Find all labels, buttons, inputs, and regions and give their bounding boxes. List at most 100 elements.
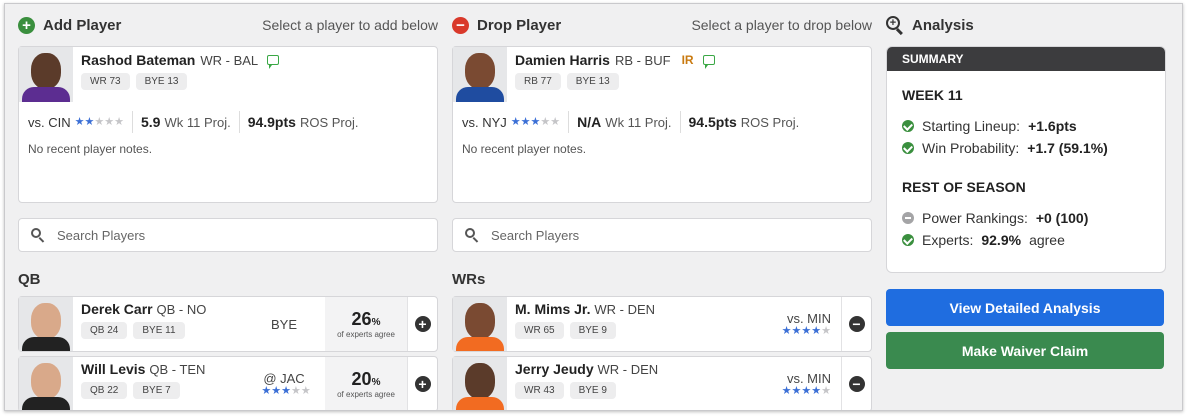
player-note-icon[interactable] [267,55,280,69]
matchup-label: vs. MIN [786,371,831,386]
star-icon: ★ [84,115,95,128]
add-player-row[interactable]: Will Levis QB - TEN QB 22 BYE 7 @ JAC ★ ★… [18,356,438,410]
star-icon: ★ [271,385,282,397]
bye-week-chip: BYE 9 [569,382,616,399]
player-headshot [453,357,507,410]
week-projection-value: 5.9 [141,114,161,130]
drop-player-button[interactable]: − [848,376,865,392]
search-icon [465,228,479,243]
matchup: vs. MIN ★ ★ ★ ★ ★ [747,357,841,410]
star-icon: ★ [801,325,812,337]
star-icon: ★ [94,115,105,128]
opponent-label: vs. NYJ [462,114,507,130]
add-player-button[interactable]: + [414,376,431,392]
make-waiver-claim-button[interactable]: Make Waiver Claim [886,332,1164,369]
drop-player-hint: Select a player to drop below [691,17,872,33]
position-rank-chip: WR 73 [81,73,130,90]
view-detailed-analysis-button[interactable]: View Detailed Analysis [886,289,1164,326]
player-headshot [19,297,73,351]
player-name[interactable]: Will Levis [81,361,145,377]
matchup: @ JAC ★ ★ ★ ★ ★ [243,357,325,410]
week-projection-value: N/A [577,114,602,130]
agreement-percent: 26 [351,309,372,329]
summary-line: Win Probability: +1.7 (59.1%) [902,137,1150,159]
player-notes: No recent player notes. [28,142,153,156]
add-player-button[interactable]: + [414,316,431,332]
drop-player-row[interactable]: M. Mims Jr. WR - DEN WR 65 BYE 9 vs. MIN… [452,296,872,352]
drop-search-box[interactable] [452,218,872,252]
week-projection-label: Wk 11 Proj. [164,114,231,130]
summary-card: SUMMARY WEEK 11 Starting Lineup: +1.6pts… [886,46,1166,273]
star-icon: ★ [781,385,792,397]
player-headshot [19,357,73,410]
week-heading: WEEK 11 [902,87,963,103]
position-rank-chip: RB 77 [515,73,561,90]
player-name[interactable]: Damien Harris [515,52,610,68]
analysis-column: + Analysis SUMMARY WEEK 11 Starting Line… [886,4,1166,369]
player-notes: No recent player notes. [462,142,587,156]
position-rank-chip: QB 24 [81,322,128,339]
bye-week-chip: BYE 11 [133,322,185,339]
summary-line: Power Rankings: +0 (100) [902,207,1150,229]
position-rank-chip: WR 65 [515,322,564,339]
matchup: vs. MIN ★ ★ ★ ★ ★ [747,297,841,351]
add-search-input[interactable] [57,227,397,243]
matchup-label: @ JAC [263,371,305,386]
player-position-team: WR - BAL [200,52,259,68]
star-icon: ★ [550,115,561,128]
summary-line: Experts: 92.9% agree [902,229,1150,251]
player-position-team: QB - NO [156,302,207,317]
ros-heading: REST OF SEASON [902,179,1026,195]
player-note-icon[interactable] [702,55,715,69]
player-name[interactable]: M. Mims Jr. [515,301,590,317]
matchup-stars: ★ ★ ★ ★ ★ [782,326,831,337]
matchup-stars: ★ ★ ★ ★ ★ [511,115,561,128]
check-circle-icon [902,120,914,132]
star-icon: ★ [520,115,531,128]
remove-circle-icon: − [452,16,469,34]
add-player-hint: Select a player to add below [262,17,438,33]
ros-projection-value: 94.9pts [247,114,296,130]
expert-agreement: 26% of experts agree [325,297,407,351]
add-player-header: + Add Player Select a player to add belo… [18,4,438,46]
bye-week-chip: BYE 13 [135,73,188,90]
opponent-label: vs. CIN [28,114,71,130]
add-player-row[interactable]: Derek Carr QB - NO QB 24 BYE 11 BYE 26% … [18,296,438,352]
position-rank-chip: WR 43 [515,382,564,399]
matchup-label: BYE [270,316,297,332]
add-player-title: Add Player [43,16,122,34]
player-name[interactable]: Jerry Jeudy [515,361,594,377]
bye-week-chip: BYE 9 [569,322,616,339]
add-search-box[interactable] [18,218,438,252]
add-section-title: QB [18,271,41,288]
star-icon: ★ [781,325,792,337]
star-icon: ★ [821,325,831,337]
drop-player-row[interactable]: Jerry Jeudy WR - DEN WR 43 BYE 9 vs. MIN… [452,356,872,410]
player-name[interactable]: Rashod Bateman [81,52,195,68]
matchup: BYE [243,297,325,351]
ros-projection-value: 94.5pts [688,114,737,130]
star-icon: ★ [811,325,822,337]
check-circle-icon [902,234,914,246]
drop-player-column: − Drop Player Select a player to drop be… [452,4,872,410]
add-circle-icon: + [18,16,35,34]
player-position-team: QB - TEN [149,362,206,377]
star-icon: ★ [281,385,291,397]
ros-projection-label: ROS Proj. [299,114,359,130]
matchup-label: vs. MIN [786,311,831,326]
player-name[interactable]: Derek Carr [81,301,153,317]
drop-search-input[interactable] [491,227,831,243]
star-icon: ★ [791,385,802,397]
summary-header: SUMMARY [887,47,1165,71]
drop-player-header: − Drop Player Select a player to drop be… [452,4,872,46]
drop-player-title: Drop Player [477,16,562,34]
summary-line: Starting Lineup: +1.6pts [902,115,1150,137]
star-icon: ★ [300,385,311,397]
player-position-team: WR - DEN [594,302,656,317]
week-projection-label: Wk 11 Proj. [605,114,672,130]
agreement-percent: 20 [351,369,372,389]
drop-player-button[interactable]: − [848,316,865,332]
neutral-circle-icon [902,212,914,224]
matchup-stars: ★ ★ ★ ★ ★ [75,115,124,128]
star-icon: ★ [540,115,551,128]
